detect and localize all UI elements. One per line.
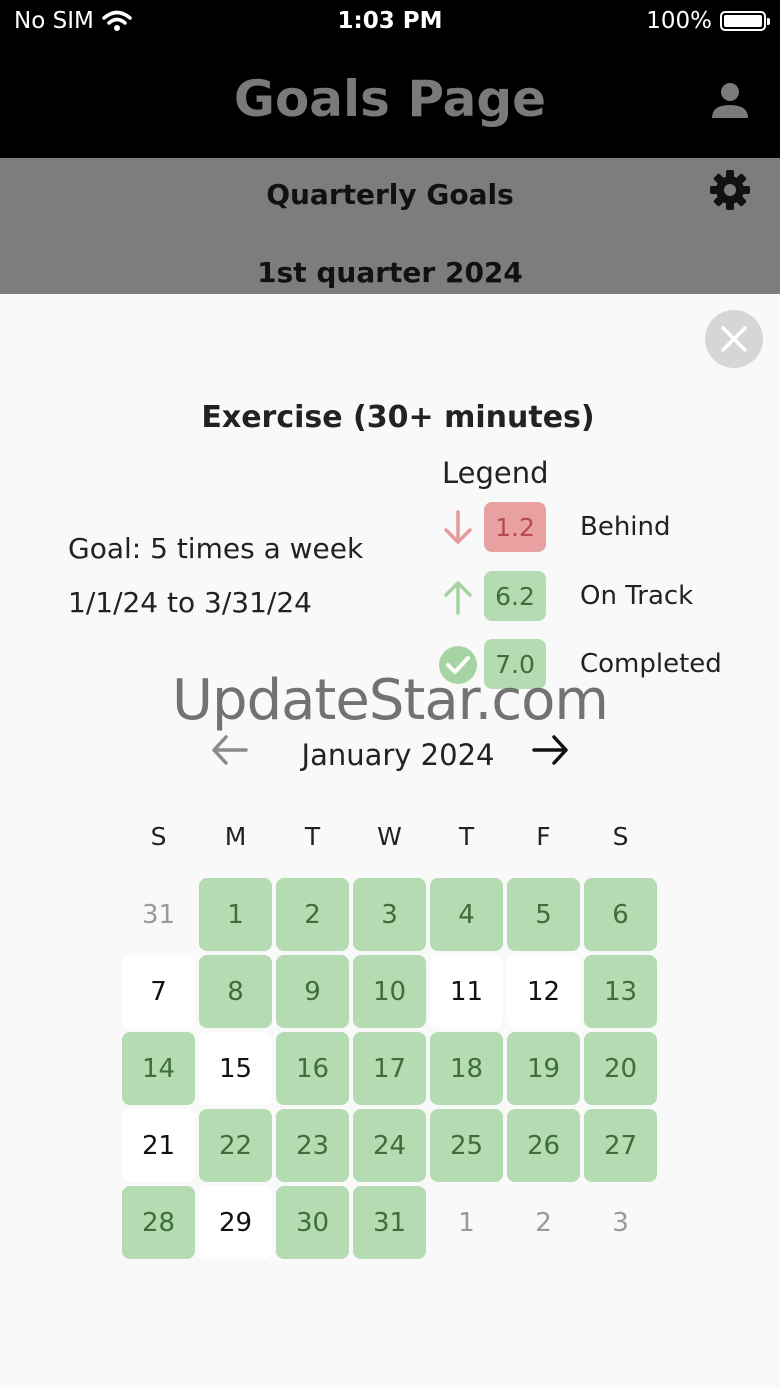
calendar-day[interactable]: 6 bbox=[584, 878, 657, 951]
calendar-day[interactable]: 9 bbox=[276, 955, 349, 1028]
goal-frequency: Goal: 5 times a week bbox=[68, 532, 364, 565]
close-icon bbox=[721, 326, 747, 352]
next-month-arrow-icon[interactable] bbox=[528, 728, 572, 772]
calendar-day[interactable]: 25 bbox=[430, 1109, 503, 1182]
person-icon[interactable] bbox=[708, 78, 752, 122]
calendar-day[interactable]: 27 bbox=[584, 1109, 657, 1182]
check-circle-icon bbox=[439, 646, 477, 684]
goal-title: Exercise (30+ minutes) bbox=[201, 400, 595, 435]
calendar-day[interactable]: 15 bbox=[199, 1032, 272, 1105]
close-button[interactable] bbox=[705, 310, 763, 368]
status-bar: No SIM 1:03 PM 100% bbox=[0, 0, 780, 44]
weekday-fri: F bbox=[536, 822, 551, 851]
calendar-day[interactable]: 31 bbox=[353, 1186, 426, 1259]
calendar-day[interactable]: 1 bbox=[199, 878, 272, 951]
calendar-day[interactable]: 2 bbox=[276, 878, 349, 951]
calendar-day[interactable]: 2 bbox=[507, 1186, 580, 1259]
page-title: Goals Page bbox=[233, 70, 547, 128]
calendar-day[interactable]: 22 bbox=[199, 1109, 272, 1182]
calendar-day[interactable]: 10 bbox=[353, 955, 426, 1028]
weekday-tue: T bbox=[304, 822, 321, 851]
previous-month-arrow-icon[interactable] bbox=[208, 728, 252, 772]
calendar-day[interactable]: 12 bbox=[507, 955, 580, 1028]
legend-label-behind: Behind bbox=[580, 512, 671, 542]
calendar-day[interactable]: 5 bbox=[507, 878, 580, 951]
weekday-sun: S bbox=[150, 822, 167, 851]
calendar-day[interactable]: 4 bbox=[430, 878, 503, 951]
legend-title: Legend bbox=[442, 456, 549, 490]
legend-value-completed: 7.0 bbox=[484, 639, 546, 689]
weekday-sat: S bbox=[612, 822, 629, 851]
calendar-day[interactable]: 31 bbox=[122, 878, 195, 951]
goal-date-range: 1/1/24 to 3/31/24 bbox=[68, 586, 312, 619]
calendar-day[interactable]: 20 bbox=[584, 1032, 657, 1105]
weekday-mon: M bbox=[224, 822, 247, 851]
calendar-day[interactable]: 21 bbox=[122, 1109, 195, 1182]
arrow-down-icon bbox=[444, 510, 472, 544]
legend-value-on-track: 6.2 bbox=[484, 571, 546, 621]
weekday-wed: W bbox=[377, 822, 402, 851]
calendar-day[interactable]: 16 bbox=[276, 1032, 349, 1105]
calendar-day[interactable]: 1 bbox=[430, 1186, 503, 1259]
arrow-up-icon bbox=[444, 581, 472, 615]
calendar-day[interactable]: 8 bbox=[199, 955, 272, 1028]
calendar-day[interactable]: 18 bbox=[430, 1032, 503, 1105]
quarter-label: 1st quarter 2024 bbox=[257, 256, 523, 289]
month-title: January 2024 bbox=[301, 738, 495, 772]
calendar-day[interactable]: 3 bbox=[584, 1186, 657, 1259]
calendar-day[interactable]: 14 bbox=[122, 1032, 195, 1105]
background-page: Quarterly Goals 1st quarter 2024 bbox=[0, 158, 780, 294]
gear-icon[interactable] bbox=[708, 168, 752, 212]
calendar-day[interactable]: 29 bbox=[199, 1186, 272, 1259]
app-bar: Goals Page bbox=[0, 44, 780, 158]
weekday-thu: T bbox=[458, 822, 475, 851]
calendar-day[interactable]: 19 bbox=[507, 1032, 580, 1105]
calendar-day[interactable]: 23 bbox=[276, 1109, 349, 1182]
calendar-day[interactable]: 28 bbox=[122, 1186, 195, 1259]
quarterly-goals-title: Quarterly Goals bbox=[266, 178, 514, 211]
calendar-day[interactable]: 7 bbox=[122, 955, 195, 1028]
calendar-day[interactable]: 30 bbox=[276, 1186, 349, 1259]
legend-label-on-track: On Track bbox=[580, 581, 694, 611]
calendar-day[interactable]: 24 bbox=[353, 1109, 426, 1182]
legend-label-completed: Completed bbox=[580, 649, 722, 679]
status-right: 100% bbox=[646, 8, 770, 34]
calendar-day[interactable]: 17 bbox=[353, 1032, 426, 1105]
calendar-day[interactable]: 11 bbox=[430, 955, 503, 1028]
battery-icon bbox=[720, 11, 770, 31]
battery-percent: 100% bbox=[646, 8, 712, 34]
calendar-day[interactable]: 26 bbox=[507, 1109, 580, 1182]
legend-value-behind: 1.2 bbox=[484, 502, 546, 552]
calendar-day[interactable]: 13 bbox=[584, 955, 657, 1028]
calendar-day[interactable]: 3 bbox=[353, 878, 426, 951]
